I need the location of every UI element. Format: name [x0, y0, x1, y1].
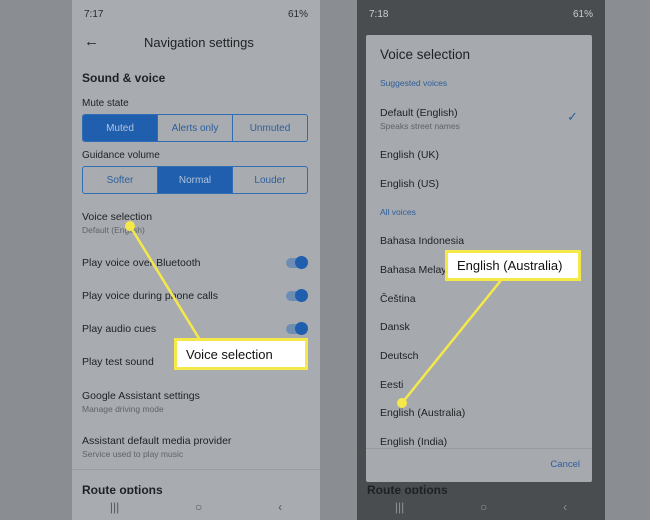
callout-voice-selection: Voice selection	[174, 338, 308, 370]
callout-dot-left	[125, 221, 135, 231]
callout-english-australia: English (Australia)	[445, 250, 581, 281]
callout-line-right	[401, 278, 503, 404]
callout-dot-right	[397, 398, 407, 408]
callout-line-left	[128, 225, 202, 341]
